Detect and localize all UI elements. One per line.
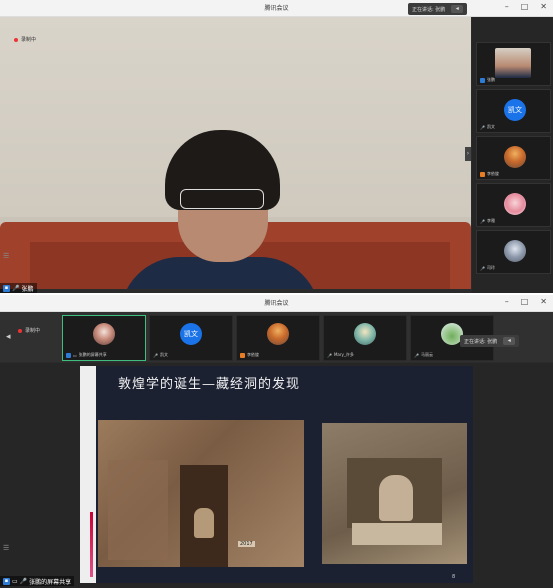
participant-tile[interactable]: 🎤 司玲 xyxy=(476,230,551,274)
minimize-icon[interactable]: – xyxy=(505,2,509,11)
user-icon xyxy=(240,352,245,358)
avatar: 凯文 xyxy=(504,99,526,121)
menu-icon[interactable]: ☰ xyxy=(3,252,11,260)
recording-indicator: 录制中 xyxy=(14,36,36,43)
avatar xyxy=(504,193,526,215)
record-dot-icon xyxy=(14,37,18,42)
speaking-indicator: 正在讲话: 张鹏 ◂ xyxy=(460,335,520,347)
maximize-icon[interactable]: □ xyxy=(521,2,529,11)
mic-icon: 🎤 xyxy=(12,284,20,292)
window-controls: – □ ✕ xyxy=(505,297,547,306)
user-icon xyxy=(480,171,485,177)
mic-icon: 🎤 xyxy=(414,352,419,358)
participant-tile[interactable]: ▭ 张鹏的屏幕共享 xyxy=(62,315,146,361)
participant-strip: ◂ 录制中 ▭ 张鹏的屏幕共享 凯文 🎤 凯文 李依旋 🎤 Mary_许多 🎤 马丽云 … xyxy=(0,312,553,362)
title-bar: 腾讯会议 – □ ✕ xyxy=(0,295,553,312)
photo-label: 2017 xyxy=(238,541,255,547)
minimize-icon[interactable]: – xyxy=(505,297,509,306)
mic-icon: 🎤 xyxy=(480,124,485,130)
avatar xyxy=(354,323,376,345)
avatar xyxy=(93,323,115,345)
menu-icon[interactable]: ☰ xyxy=(3,544,11,552)
cave-photo-left xyxy=(98,420,304,567)
mic-icon: 🎤 xyxy=(19,577,28,585)
participant-tile[interactable]: 李依旋 xyxy=(236,315,320,361)
avatar xyxy=(504,146,526,168)
screen-share-icon: ▭ xyxy=(73,352,77,358)
user-icon xyxy=(480,77,485,83)
mic-icon: 🎤 xyxy=(480,218,485,224)
mic-icon: 🎤 xyxy=(480,265,485,271)
screen-share-icon: ▭ xyxy=(12,577,18,585)
user-icon: ▪ xyxy=(3,577,10,585)
speaking-indicator: 正在讲话: 张鹏 ◂ xyxy=(408,3,468,15)
participant-tile[interactable]: 凯文 🎤 凯文 xyxy=(149,315,233,361)
main-video[interactable] xyxy=(0,17,471,289)
close-icon[interactable]: ✕ xyxy=(540,2,547,11)
window-title: 腾讯会议 xyxy=(264,5,289,12)
participant-tile[interactable]: 🎤 Mary_许多 xyxy=(323,315,407,361)
meeting-window-screen-share: 腾讯会议 – □ ✕ ◂ 录制中 ▭ 张鹏的屏幕共享 凯文 🎤 凯文 李依旋 🎤 Ma… xyxy=(0,295,553,588)
participant-video xyxy=(495,48,531,78)
mic-icon: 🎤 xyxy=(327,352,332,358)
participant-tile[interactable]: 张鹏 xyxy=(476,42,551,86)
close-icon[interactable]: ✕ xyxy=(540,297,547,306)
chevron-left-icon[interactable]: ◂ xyxy=(6,332,11,342)
participant-tile[interactable]: 凯文 🎤 凯文 xyxy=(476,89,551,133)
participant-tile[interactable]: 🎤 李雅 xyxy=(476,183,551,227)
participant-tile[interactable]: 李依旋 xyxy=(476,136,551,180)
window-controls: – □ ✕ xyxy=(505,2,547,11)
slide-accent-bar xyxy=(90,512,93,577)
speaking-toggle-button[interactable]: ◂ xyxy=(503,337,516,345)
meeting-window-speaker-view: 腾讯会议 正在讲话: 张鹏 ◂ – □ ✕ 录制中 ☰ ▪ 🎤 张鹏 › 张鹏 xyxy=(0,0,553,293)
maximize-icon[interactable]: □ xyxy=(521,297,529,306)
window-title: 腾讯会议 xyxy=(264,300,289,307)
slide-margin xyxy=(80,366,96,583)
avatar xyxy=(504,240,526,262)
slide-page-number: 8 xyxy=(452,574,456,580)
collapse-panel-button[interactable]: › xyxy=(465,147,471,161)
speaking-toggle-button[interactable]: ◂ xyxy=(451,5,464,13)
user-icon xyxy=(66,352,71,358)
slide-title: 敦煌学的诞生—藏经洞的发现 xyxy=(118,377,301,392)
cave-photo-right xyxy=(322,423,467,564)
main-video-name-tag: ▪ 🎤 张鹏 xyxy=(0,283,37,293)
avatar: 凯文 xyxy=(180,323,202,345)
user-icon: ▪ xyxy=(3,284,10,292)
participant-panel: 张鹏 凯文 🎤 凯文 李依旋 🎤 李雅 🎤 司玲 xyxy=(472,17,553,293)
avatar xyxy=(267,323,289,345)
recording-indicator: 录制中 xyxy=(18,327,40,334)
share-name-tag: ▪ ▭ 🎤 张鹏的屏幕共享 xyxy=(0,576,75,586)
mic-icon: 🎤 xyxy=(153,352,158,358)
record-dot-icon xyxy=(18,328,22,333)
title-bar: 腾讯会议 正在讲话: 张鹏 ◂ – □ ✕ xyxy=(0,0,553,17)
